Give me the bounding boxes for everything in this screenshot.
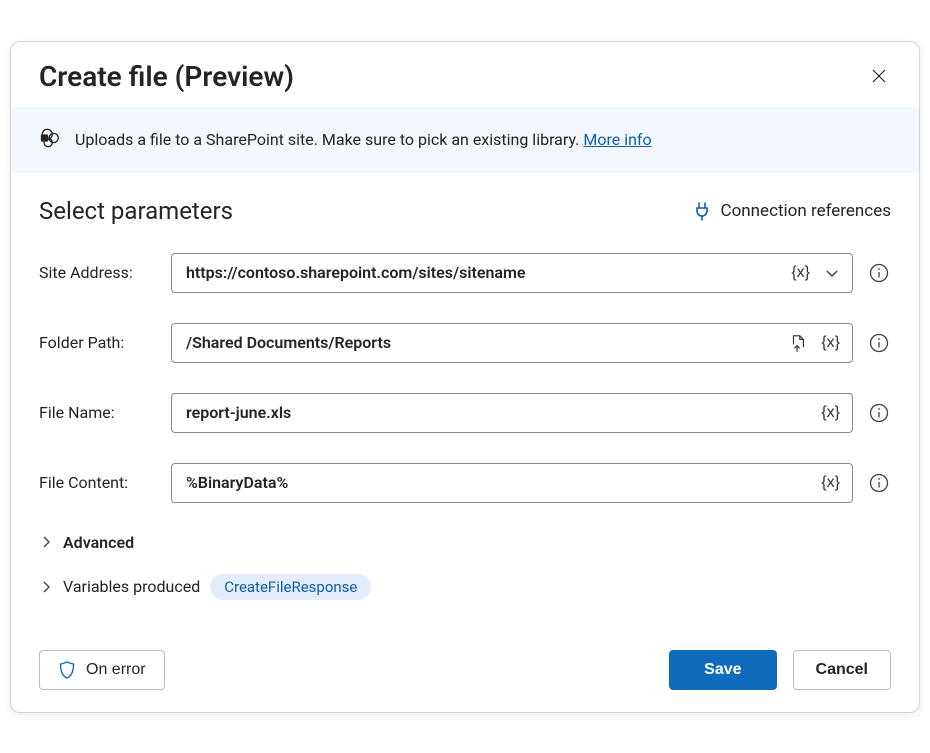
info-icon bbox=[869, 333, 889, 353]
dialog-titlebar: Create file (Preview) bbox=[11, 42, 919, 107]
folder-path-value: /Shared Documents/Reports bbox=[186, 333, 787, 352]
variable-picker-button[interactable]: {x} bbox=[819, 332, 842, 354]
chevron-right-icon bbox=[39, 581, 53, 593]
info-icon bbox=[869, 403, 889, 423]
on-error-label: On error bbox=[86, 661, 146, 679]
info-banner-text: Uploads a file to a SharePoint site. Mak… bbox=[75, 130, 652, 149]
plug-icon bbox=[693, 201, 711, 221]
create-file-dialog: Create file (Preview) S Uploads a file t… bbox=[10, 41, 920, 713]
dialog-title: Create file (Preview) bbox=[39, 60, 294, 93]
variables-produced-expander[interactable]: Variables produced CreateFileResponse bbox=[39, 574, 891, 600]
advanced-label: Advanced bbox=[63, 533, 134, 552]
file-name-info[interactable] bbox=[867, 401, 891, 425]
section-header: Select parameters Connection references bbox=[39, 197, 891, 225]
param-row-site-address: Site Address: https://contoso.sharepoint… bbox=[39, 253, 891, 293]
chevron-down-icon bbox=[824, 265, 840, 281]
connection-references-label: Connection references bbox=[721, 201, 891, 221]
cancel-button[interactable]: Cancel bbox=[793, 650, 891, 690]
dialog-content: Select parameters Connection references … bbox=[11, 173, 919, 632]
site-address-label: Site Address: bbox=[39, 263, 157, 282]
file-content-value: %BinaryData% bbox=[186, 473, 819, 492]
dialog-footer: On error Save Cancel bbox=[11, 632, 919, 712]
site-address-value: https://contoso.sharepoint.com/sites/sit… bbox=[186, 263, 789, 282]
param-row-file-content: File Content: %BinaryData% {x} bbox=[39, 463, 891, 503]
dropdown-button[interactable] bbox=[822, 263, 842, 283]
folder-path-label: Folder Path: bbox=[39, 333, 157, 352]
file-content-input[interactable]: %BinaryData% {x} bbox=[171, 463, 853, 503]
variable-picker-button[interactable]: {x} bbox=[819, 472, 842, 494]
chevron-right-icon bbox=[39, 536, 53, 548]
svg-text:S: S bbox=[43, 135, 46, 141]
info-icon bbox=[869, 263, 889, 283]
more-info-link[interactable]: More info bbox=[583, 130, 651, 149]
file-content-info[interactable] bbox=[867, 471, 891, 495]
folder-path-input[interactable]: /Shared Documents/Reports {x} bbox=[171, 323, 853, 363]
info-banner-message: Uploads a file to a SharePoint site. Mak… bbox=[75, 130, 579, 149]
site-address-input[interactable]: https://contoso.sharepoint.com/sites/sit… bbox=[171, 253, 853, 293]
close-icon bbox=[871, 68, 887, 84]
on-error-button[interactable]: On error bbox=[39, 650, 165, 690]
site-address-info[interactable] bbox=[867, 261, 891, 285]
close-button[interactable] bbox=[863, 60, 895, 92]
file-name-input[interactable]: report-june.xls {x} bbox=[171, 393, 853, 433]
variables-produced-label: Variables produced bbox=[63, 577, 200, 596]
param-row-file-name: File Name: report-june.xls {x} bbox=[39, 393, 891, 433]
connection-references-button[interactable]: Connection references bbox=[693, 201, 891, 221]
file-content-label: File Content: bbox=[39, 473, 157, 492]
folder-path-info[interactable] bbox=[867, 331, 891, 355]
variable-badge[interactable]: CreateFileResponse bbox=[210, 574, 371, 600]
file-arrow-icon bbox=[789, 334, 807, 352]
variable-picker-button[interactable]: {x} bbox=[819, 402, 842, 424]
file-name-label: File Name: bbox=[39, 403, 157, 422]
sharepoint-icon: S bbox=[39, 127, 61, 153]
advanced-expander[interactable]: Advanced bbox=[39, 533, 891, 552]
section-heading: Select parameters bbox=[39, 197, 233, 225]
browse-folder-button[interactable] bbox=[787, 332, 809, 354]
variable-picker-button[interactable]: {x} bbox=[789, 262, 812, 284]
info-icon bbox=[869, 473, 889, 493]
info-banner: S Uploads a file to a SharePoint site. M… bbox=[11, 107, 919, 173]
file-name-value: report-june.xls bbox=[186, 403, 819, 422]
shield-icon bbox=[58, 660, 76, 680]
param-row-folder-path: Folder Path: /Shared Documents/Reports {… bbox=[39, 323, 891, 363]
save-button[interactable]: Save bbox=[669, 650, 776, 690]
